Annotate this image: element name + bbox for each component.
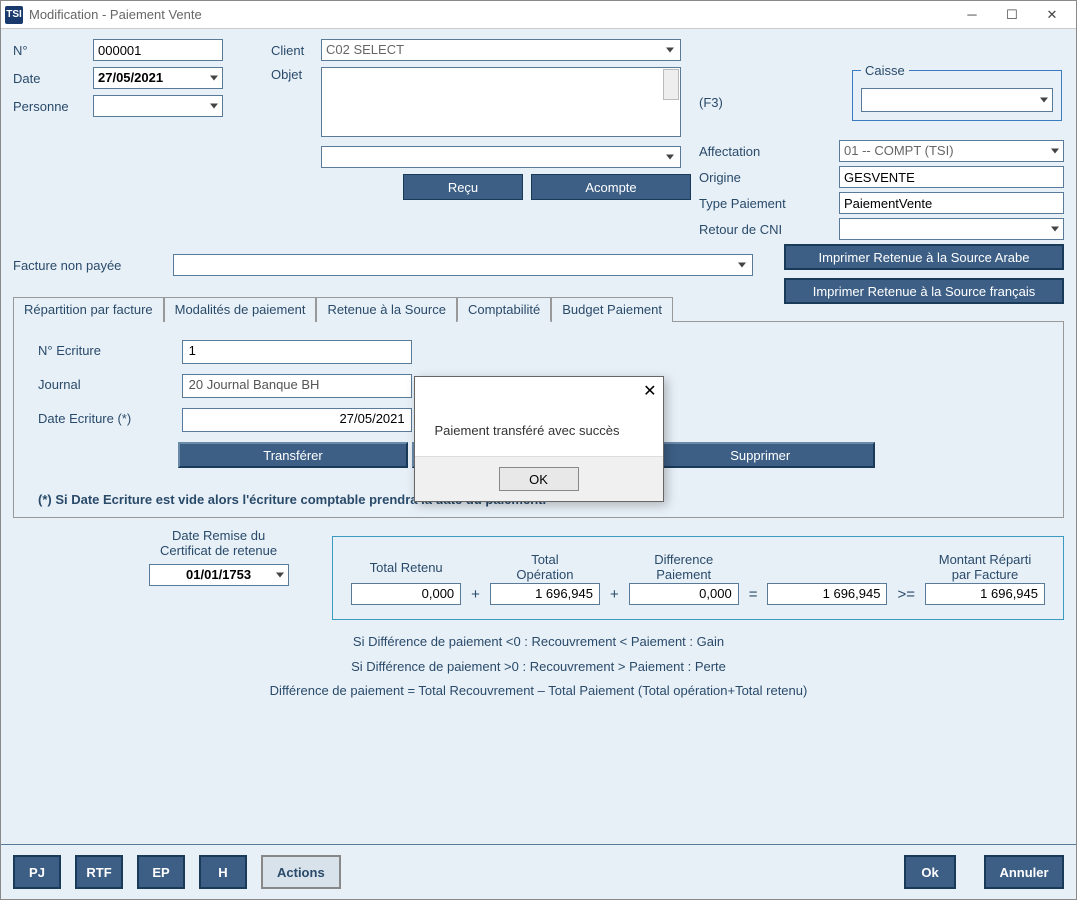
client-select[interactable]: C02 SELECT (321, 39, 681, 61)
hint-perte: Si Différence de paiement >0 : Recouvrem… (13, 655, 1064, 680)
date-label: Date (13, 71, 93, 86)
total-operation-value: 1 696,945 (490, 583, 600, 605)
client-label: Client (271, 43, 321, 58)
extra-select[interactable] (321, 146, 681, 168)
tab-repartition[interactable]: Répartition par facture (13, 297, 164, 322)
actions-button[interactable]: Actions (261, 855, 341, 889)
total-retenu-header: Total Retenu (370, 551, 443, 583)
cert-label-1: Date Remise du (123, 528, 314, 543)
result-value: 1 696,945 (767, 583, 887, 605)
cert-label-2: Certificat de retenue (123, 543, 314, 558)
date-ecriture-label: Date Ecriture (*) (38, 411, 178, 426)
type-paiement-input[interactable] (839, 192, 1064, 214)
journal-label: Journal (38, 377, 178, 392)
objet-textarea[interactable] (321, 67, 681, 137)
acompte-button[interactable]: Acompte (531, 174, 691, 200)
equals: = (749, 586, 758, 605)
supprimer-button[interactable]: Supprimer (645, 442, 875, 468)
origine-input[interactable] (839, 166, 1064, 188)
content-area: Caisse N° Date 27/05/2021 Personne (1, 29, 1076, 899)
no-label: N° (13, 43, 93, 58)
necriture-value: 1 (182, 340, 412, 364)
retour-cni-label: Retour de CNI (699, 222, 839, 237)
ep-button[interactable]: EP (137, 855, 185, 889)
cert-date-picker[interactable]: 01/01/1753 (149, 564, 289, 586)
app-logo: TSI (5, 6, 23, 24)
retour-cni-select[interactable] (839, 218, 1064, 240)
rtf-button[interactable]: RTF (75, 855, 123, 889)
caisse-legend: Caisse (861, 63, 909, 78)
hint-gain: Si Différence de paiement <0 : Recouvrem… (13, 630, 1064, 655)
client-hint: (F3) (699, 95, 839, 110)
tab-budget[interactable]: Budget Paiement (551, 297, 673, 322)
journal-value: 20 Journal Banque BH (182, 374, 412, 398)
facture-label: Facture non payée (13, 258, 173, 273)
recu-button[interactable]: Reçu (403, 174, 523, 200)
footer: PJ RTF EP H Actions Ok Annuler (1, 844, 1076, 899)
origine-label: Origine (699, 170, 839, 185)
transferer-button[interactable]: Transférer (178, 442, 408, 468)
total-retenu-value: 0,000 (351, 583, 461, 605)
annuler-button[interactable]: Annuler (984, 855, 1064, 889)
type-paiement-label: Type Paiement (699, 196, 839, 211)
dialog-close-icon[interactable]: ✕ (643, 381, 656, 401)
summary-box: Total Retenu 0,000 + Total Opération 1 6… (332, 536, 1064, 620)
ok-button[interactable]: Ok (904, 855, 956, 889)
plus-1: + (471, 586, 480, 605)
hints: Si Différence de paiement <0 : Recouvrem… (13, 630, 1064, 704)
affectation-select[interactable]: 01 -- COMPT (TSI) (839, 140, 1064, 162)
difference-value: 0,000 (629, 583, 739, 605)
minimize-button[interactable]: ─ (952, 3, 992, 27)
h-button[interactable]: H (199, 855, 247, 889)
objet-scrollbar[interactable] (663, 69, 679, 100)
difference-header: Difference Paiement (654, 551, 713, 583)
affectation-label: Affectation (699, 144, 839, 159)
window-title: Modification - Paiement Vente (29, 7, 952, 22)
personne-label: Personne (13, 99, 93, 114)
gte: >= (897, 586, 915, 605)
maximize-button[interactable]: ☐ (992, 3, 1032, 27)
tab-modalites[interactable]: Modalités de paiement (164, 297, 317, 322)
montant-reparti-header: Montant Réparti par Facture (939, 551, 1032, 583)
tab-retenue[interactable]: Retenue à la Source (316, 297, 457, 322)
app-window: TSI Modification - Paiement Vente ─ ☐ ✕ … (0, 0, 1077, 900)
dialog-ok-button[interactable]: OK (499, 467, 579, 491)
hint-formula: Différence de paiement = Total Recouvrem… (13, 679, 1064, 704)
necriture-label: N° Ecriture (38, 343, 178, 358)
personne-select[interactable] (93, 95, 223, 117)
titlebar: TSI Modification - Paiement Vente ─ ☐ ✕ (1, 1, 1076, 29)
facture-select[interactable] (173, 254, 753, 276)
plus-2: + (610, 586, 619, 605)
total-operation-header: Total Opération (516, 551, 573, 583)
imprimer-francais-button[interactable]: Imprimer Retenue à la Source français (784, 278, 1064, 304)
close-button[interactable]: ✕ (1032, 3, 1072, 27)
caisse-group: Caisse (852, 63, 1062, 121)
objet-label: Objet (271, 67, 321, 82)
pj-button[interactable]: PJ (13, 855, 61, 889)
no-input[interactable] (93, 39, 223, 61)
imprimer-arabe-button[interactable]: Imprimer Retenue à la Source Arabe (784, 244, 1064, 270)
date-picker[interactable]: 27/05/2021 (93, 67, 223, 89)
date-ecriture-value[interactable]: 27/05/2021 (182, 408, 412, 432)
caisse-select[interactable] (861, 88, 1053, 112)
tab-comptabilite[interactable]: Comptabilité (457, 297, 551, 322)
montant-reparti-value: 1 696,945 (925, 583, 1045, 605)
dialog-message: Paiement transféré avec succès (415, 405, 663, 456)
success-dialog: ✕ Paiement transféré avec succès OK (414, 376, 664, 502)
